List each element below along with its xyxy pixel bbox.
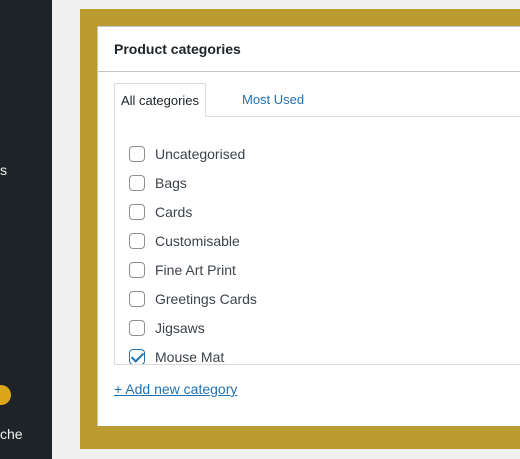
category-item[interactable]: Greetings Cards: [129, 284, 257, 313]
category-item[interactable]: Customisable: [129, 226, 257, 255]
category-label: Fine Art Print: [155, 261, 236, 278]
product-categories-metabox: Product categories All categories Most U…: [97, 26, 520, 426]
category-item[interactable]: Fine Art Print: [129, 255, 257, 284]
category-item[interactable]: Uncategorised: [129, 139, 257, 168]
tab-most-used[interactable]: Most Used: [236, 83, 310, 117]
checkbox[interactable]: [129, 232, 145, 249]
category-item[interactable]: Cards: [129, 197, 257, 226]
checkbox-checked[interactable]: [129, 348, 145, 364]
checkbox[interactable]: [129, 261, 145, 278]
metabox-header: Product categories: [98, 27, 520, 72]
category-label: Greetings Cards: [155, 290, 257, 307]
category-item[interactable]: Mouse Mat: [129, 342, 257, 365]
category-item[interactable]: Bags: [129, 168, 257, 197]
checkbox[interactable]: [129, 145, 145, 162]
add-new-category-link[interactable]: + Add new category: [114, 381, 237, 397]
category-label: Customisable: [155, 232, 240, 249]
category-checklist-panel[interactable]: Uncategorised Bags Cards Customisable Fine A…: [114, 116, 520, 365]
sidebar-menu-label-fragment-2[interactable]: che: [0, 425, 23, 443]
category-label: Uncategorised: [155, 145, 246, 162]
category-label: Mouse Mat: [155, 348, 225, 365]
admin-sidebar: s che: [0, 0, 52, 459]
tab-all-categories[interactable]: All categories: [114, 83, 207, 117]
notification-badge: [0, 385, 11, 405]
category-label: Bags: [155, 174, 187, 191]
checkbox[interactable]: [129, 319, 145, 336]
category-label: Cards: [155, 203, 193, 220]
category-checklist: Uncategorised Bags Cards Customisable Fine A…: [129, 139, 257, 365]
category-label: Jigsaws: [155, 319, 205, 336]
metabox-title: Product categories: [114, 41, 241, 57]
category-tabs: All categories Most Used: [114, 83, 520, 117]
category-item[interactable]: Jigsaws: [129, 313, 257, 342]
sidebar-menu-label-fragment[interactable]: s: [0, 161, 7, 179]
checkbox[interactable]: [129, 290, 145, 307]
checkbox[interactable]: [129, 203, 145, 220]
checkbox[interactable]: [129, 174, 145, 191]
